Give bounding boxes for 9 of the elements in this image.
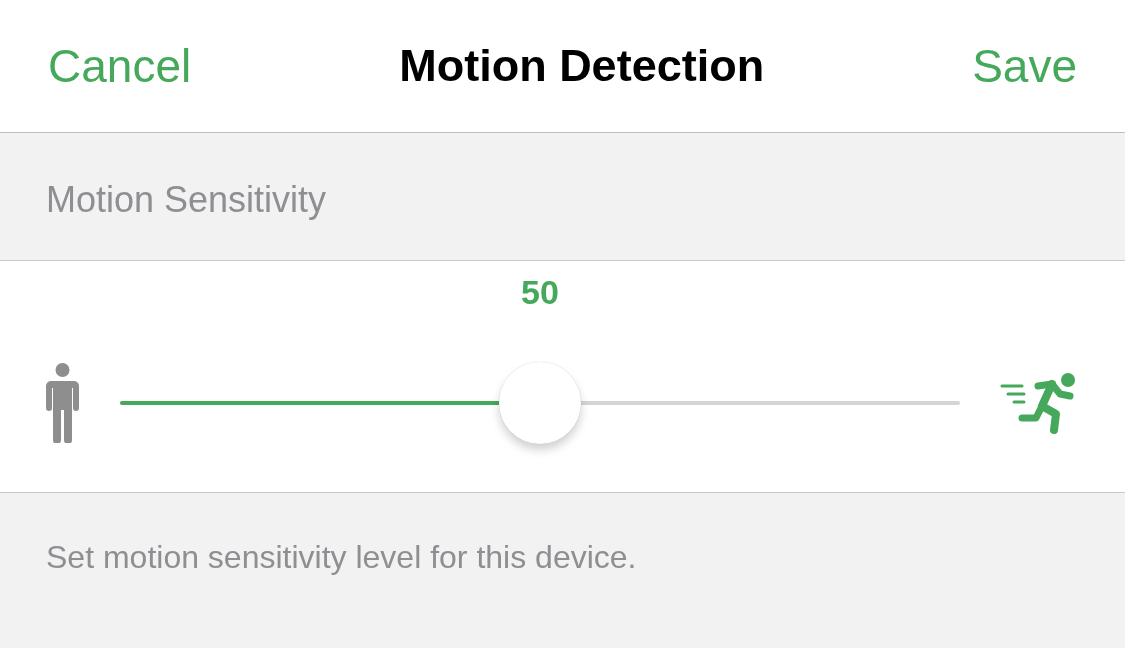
section-header: Motion Sensitivity bbox=[46, 178, 327, 221]
standing-person-icon bbox=[45, 363, 80, 443]
cancel-button[interactable]: Cancel bbox=[48, 39, 192, 93]
save-button[interactable]: Save bbox=[972, 39, 1077, 93]
slider-value: 50 bbox=[521, 273, 559, 312]
slider-thumb[interactable] bbox=[499, 362, 581, 444]
window-title: Motion Detection bbox=[399, 40, 765, 92]
footer-text: Set motion sensitivity level for this device. bbox=[46, 539, 637, 575]
slider-track[interactable] bbox=[120, 401, 960, 405]
